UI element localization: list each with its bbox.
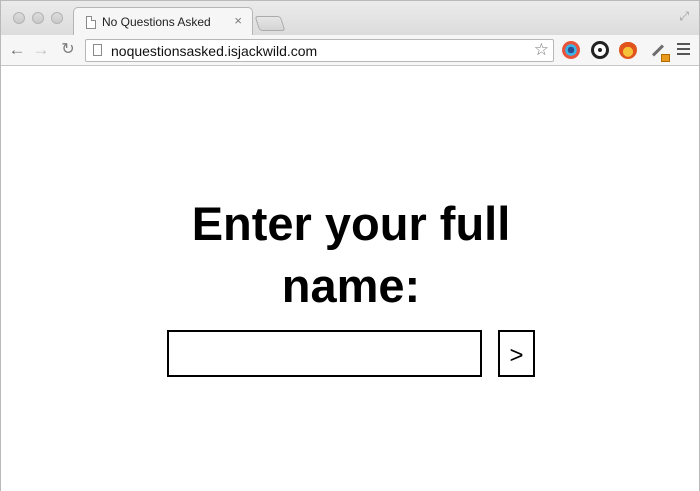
close-window-button[interactable] — [13, 12, 25, 24]
tab-no-questions-asked[interactable]: No Questions Asked × — [73, 7, 253, 36]
page-icon — [93, 44, 102, 56]
browser-toolbar: ← → ↻ noquestionsasked.isjackwild.com ☆ — [1, 35, 699, 66]
reload-button[interactable]: ↻ — [58, 40, 78, 60]
fullscreen-icon[interactable]: ⤢ — [679, 9, 689, 24]
page-heading: Enter your full name: — [1, 193, 700, 317]
zoom-window-button[interactable] — [51, 12, 63, 24]
new-tab-button[interactable] — [254, 16, 286, 31]
full-name-input[interactable] — [167, 330, 482, 377]
address-url[interactable]: noquestionsasked.isjackwild.com — [111, 43, 317, 59]
tab-title: No Questions Asked — [102, 15, 211, 29]
bookmark-star-icon[interactable]: ☆ — [534, 40, 549, 60]
fire-icon[interactable] — [619, 41, 637, 59]
sync-icon[interactable] — [591, 41, 609, 59]
submit-button[interactable]: > — [498, 330, 535, 377]
back-button[interactable]: ← — [7, 40, 27, 60]
address-bar[interactable]: noquestionsasked.isjackwild.com ☆ — [85, 39, 554, 62]
minimize-window-button[interactable] — [32, 12, 44, 24]
page-content: Enter your full name: > — [1, 67, 699, 491]
heading-line-2: name: — [281, 259, 421, 312]
color-wheel-icon[interactable] — [562, 41, 580, 59]
menu-icon[interactable] — [677, 43, 690, 55]
tab-strip: No Questions Asked × ⤢ — [1, 1, 699, 36]
close-tab-icon[interactable]: × — [234, 13, 242, 28]
forward-button[interactable]: → — [31, 40, 51, 60]
eyedropper-icon[interactable] — [648, 40, 670, 62]
browser-window: No Questions Asked × ⤢ ← → ↻ noquestions… — [0, 0, 700, 491]
heading-line-1: Enter your full — [191, 197, 511, 250]
page-icon — [86, 16, 96, 29]
